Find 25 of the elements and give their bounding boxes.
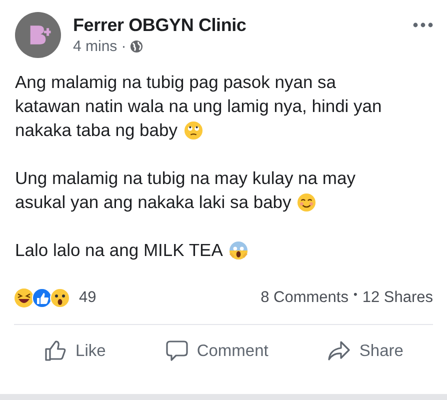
separator-dot: ·: [121, 38, 126, 55]
clinic-avatar-icon[interactable]: [15, 12, 61, 58]
share-arrow-icon: [327, 339, 352, 363]
shares-count-link[interactable]: 12 Shares: [362, 289, 433, 307]
separator-dot: •: [353, 289, 358, 303]
post-text-line: katawan natin wala na ung lamig nya, hindi yan: [15, 95, 382, 118]
speech-bubble-icon: [164, 339, 189, 363]
globe-icon: [130, 40, 144, 53]
reaction-count[interactable]: 49: [79, 289, 96, 307]
screaming-emoji-icon: [228, 240, 248, 260]
like-button[interactable]: Like: [34, 333, 116, 369]
page-name-link[interactable]: Ferrer OBGYN Clinic: [73, 15, 401, 36]
comment-button[interactable]: Comment: [154, 333, 278, 369]
post-time[interactable]: 4 mins: [73, 38, 118, 55]
comments-count-link[interactable]: 8 Comments: [260, 289, 348, 307]
share-button[interactable]: Share: [317, 333, 414, 369]
post-text-line: Lalo lalo na ang MILK TEA: [15, 239, 223, 262]
more-options-icon[interactable]: [413, 22, 433, 28]
eye-roll-emoji-icon: [184, 120, 202, 140]
post-text-line: nakaka taba ng baby: [15, 119, 178, 142]
post-text-line: Ang malamig na tubig pag pasok nyan sa: [15, 71, 336, 94]
post-text-line: asukal yan ang nakaka laki sa baby: [15, 191, 292, 214]
smiling-emoji-icon: [297, 192, 316, 212]
post-text-line: Ung malamig na tubig na may kulay na may: [15, 167, 356, 190]
thumbs-up-icon: [44, 339, 68, 363]
